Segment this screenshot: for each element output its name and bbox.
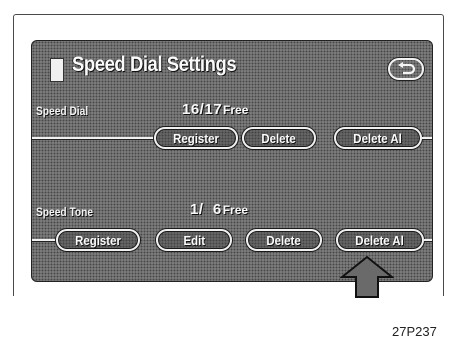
speed-dial-count: 16/17Free (182, 101, 248, 118)
speed-dial-free-label: Free (223, 103, 249, 117)
speed-tone-delete-button[interactable]: Delete (246, 229, 322, 251)
speed-tone-delete-all-label: Delete Al (355, 232, 405, 248)
back-button[interactable] (388, 58, 424, 80)
speed-tone-edit-label: Edit (183, 232, 205, 248)
up-arrow-pointer-icon (340, 255, 394, 298)
speed-tone-count: 1/ 6Free (190, 201, 248, 218)
page-title: Speed Dial Settings (72, 53, 237, 76)
speed-dial-settings-screen: Speed Dial Settings Speed Dial 16/17Free… (31, 40, 433, 282)
divider-line (424, 239, 432, 241)
figure-caption: 27P237 (392, 324, 437, 339)
speed-dial-count-value: 16/17 (182, 101, 223, 118)
speed-tone-count-value: 1/ 6 (190, 201, 222, 218)
speed-dial-delete-all-label: Delete Al (353, 130, 403, 146)
speed-tone-edit-button[interactable]: Edit (156, 229, 232, 251)
title-marker-icon (50, 58, 64, 82)
speed-tone-delete-label: Delete (266, 232, 302, 248)
speed-tone-delete-all-button[interactable]: Delete Al (336, 229, 424, 251)
divider-line (32, 137, 154, 139)
speed-dial-delete-button[interactable]: Delete (242, 127, 316, 149)
speed-tone-label: Speed Tone (36, 205, 94, 219)
speed-tone-register-label: Register (75, 232, 121, 248)
speed-dial-register-label: Register (173, 130, 219, 146)
speed-dial-register-button[interactable]: Register (154, 127, 238, 149)
divider-line (422, 137, 432, 139)
speed-tone-free-label: Free (222, 203, 249, 217)
speed-dial-delete-all-button[interactable]: Delete Al (334, 127, 422, 149)
divider-line (32, 239, 56, 241)
return-arrow-icon (398, 62, 416, 75)
speed-dial-delete-label: Delete (261, 130, 297, 146)
speed-tone-register-button[interactable]: Register (56, 229, 140, 251)
speed-dial-label: Speed Dial (36, 104, 89, 118)
